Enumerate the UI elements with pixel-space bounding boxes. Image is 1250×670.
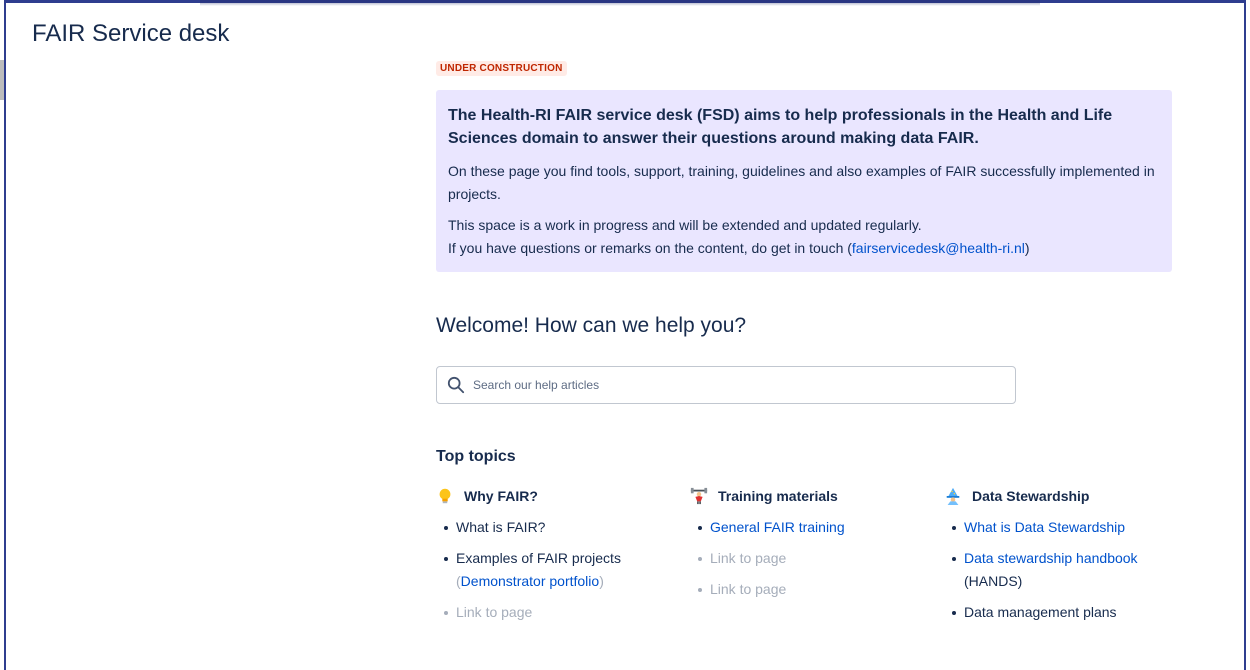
main-content: UNDER CONSTRUCTION The Health-RI FAIR se…	[436, 58, 1172, 646]
frame-border-left	[4, 0, 6, 670]
topic-item-text: Examples of FAIR projects	[456, 550, 621, 566]
welcome-heading: Welcome! How can we help you?	[436, 314, 747, 337]
topic-header-data-stewardship[interactable]: Data Stewardship	[944, 486, 1184, 506]
topic-list-training: General FAIR training Link to page Link …	[690, 516, 930, 601]
info-panel-paragraph-1: On these page you find tools, support, t…	[448, 163, 1155, 202]
paren-close: )	[599, 573, 604, 589]
search-icon	[447, 376, 465, 394]
topic-header-training[interactable]: Training materials	[690, 486, 930, 506]
topic-item[interactable]: What is Data Stewardship	[944, 516, 1184, 539]
lightbulb-icon	[439, 488, 451, 504]
info-panel-line-2-prefix: If you have questions or remarks on the …	[448, 240, 852, 256]
frame-border-right	[1244, 0, 1246, 670]
data-stewardship-handbook-link[interactable]: Data stewardship handbook	[964, 550, 1138, 566]
topic-title-data-stewardship: Data Stewardship	[972, 488, 1090, 504]
window-edge-shadow	[200, 0, 1040, 6]
search-input[interactable]	[471, 377, 975, 393]
contact-email-link[interactable]: fairservicedesk@health-ri.nl	[852, 240, 1025, 256]
topic-list-why-fair: What is FAIR? Examples of FAIR projects …	[436, 516, 676, 624]
top-topics-grid: Why FAIR? What is FAIR? Examples of FAIR…	[436, 486, 1172, 646]
topic-header-why-fair[interactable]: Why FAIR?	[436, 486, 676, 506]
topic-item[interactable]: Data stewardship handbook (HANDS)	[944, 547, 1184, 593]
info-panel-line-1: This space is a work in progress and wil…	[448, 217, 922, 233]
topic-item[interactable]: What is FAIR?	[436, 516, 676, 539]
weightlifter-icon	[690, 487, 708, 505]
topic-column-why-fair: Why FAIR? What is FAIR? Examples of FAIR…	[436, 486, 676, 632]
topic-title-why-fair: Why FAIR?	[464, 488, 538, 504]
wizard-icon	[946, 487, 960, 505]
service-desk-portal: FAIR Service desk UNDER CONSTRUCTION The…	[0, 0, 1250, 670]
topic-item-placeholder[interactable]: Link to page	[690, 578, 930, 601]
status-badge: UNDER CONSTRUCTION	[436, 61, 567, 76]
top-topics-heading: Top topics	[436, 448, 516, 465]
topic-item[interactable]: Examples of FAIR projects (Demonstrator …	[436, 547, 676, 593]
search-box[interactable]	[436, 366, 1016, 404]
topic-title-training: Training materials	[718, 488, 838, 504]
topic-item-placeholder[interactable]: Link to page	[690, 547, 930, 570]
general-fair-training-link[interactable]: General FAIR training	[710, 519, 845, 535]
info-panel-heading: The Health-RI FAIR service desk (FSD) ai…	[448, 107, 1113, 147]
info-panel-line-2-suffix: )	[1024, 240, 1030, 256]
topic-item[interactable]: Data management plans	[944, 601, 1184, 624]
topic-item-placeholder[interactable]: Link to page	[436, 601, 676, 624]
handbook-abbreviation: (HANDS)	[964, 573, 1023, 589]
info-panel-paragraph-2: This space is a work in progress and wil…	[448, 214, 1160, 260]
topic-column-data-stewardship: Data Stewardship What is Data Stewardshi…	[944, 486, 1184, 632]
topic-list-data-stewardship: What is Data Stewardship Data stewardshi…	[944, 516, 1184, 624]
demonstrator-portfolio-link[interactable]: Demonstrator portfolio	[461, 573, 600, 589]
topic-item[interactable]: General FAIR training	[690, 516, 930, 539]
info-panel: The Health-RI FAIR service desk (FSD) ai…	[436, 90, 1172, 272]
topic-column-training: Training materials General FAIR training…	[690, 486, 930, 609]
window-edge-marker	[0, 60, 4, 100]
app-title[interactable]: FAIR Service desk	[32, 20, 229, 48]
what-is-data-stewardship-link[interactable]: What is Data Stewardship	[964, 519, 1125, 535]
